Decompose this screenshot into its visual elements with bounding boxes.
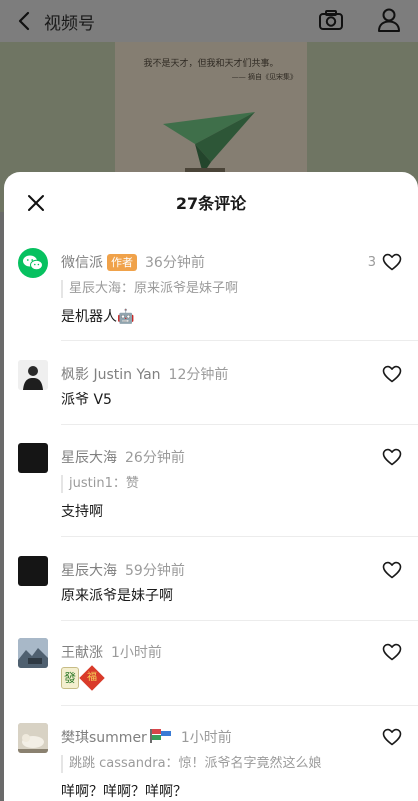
reply-quote: 跳跳 cassandra：惊！派爷名字竟然这么娘 (61, 755, 322, 773)
page-title: 视频号 (44, 14, 95, 34)
comment-time: 1小时前 (180, 730, 232, 746)
like-button[interactable] (382, 560, 402, 580)
comment-time: 26分钟前 (125, 450, 185, 466)
video-source: —— 摘自《见宋集》 (231, 73, 297, 81)
like-button[interactable] (382, 642, 402, 662)
commenter-name[interactable]: 星辰大海 (61, 563, 117, 579)
divider (61, 705, 418, 706)
like-button[interactable] (382, 727, 402, 747)
heart-icon (382, 643, 402, 661)
avatar[interactable] (18, 248, 48, 278)
fu-emoji: 福 (79, 665, 105, 691)
animal-photo-icon (18, 723, 48, 753)
person-photo-icon (18, 360, 48, 390)
comment-meta: 王献涨 1小时前 (61, 642, 162, 662)
comment-text[interactable]: 是机器人🤖 (61, 306, 134, 326)
comment-time: 1小时前 (111, 645, 162, 661)
avatar[interactable] (18, 360, 48, 390)
wechat-logo-icon (23, 255, 43, 271)
camera-icon[interactable] (318, 9, 344, 31)
comment-meta: 星辰大海 59分钟前 (61, 560, 185, 580)
comment-time: 59分钟前 (125, 563, 185, 579)
divider (61, 620, 418, 621)
commenter-name[interactable]: 枫影 Justin Yan (61, 367, 161, 383)
comment-time: 12分钟前 (168, 367, 229, 383)
comment-text[interactable]: 派爷 V5 (61, 389, 112, 409)
divider (61, 536, 418, 537)
comment-text-content: 是机器人 (61, 309, 117, 325)
commenter-name[interactable]: 王献涨 (61, 645, 103, 661)
like-count: 3 (367, 254, 376, 270)
comment-meta: 微信派 作者 36分钟前 (61, 252, 205, 272)
heart-icon (382, 728, 402, 746)
landscape-photo-icon (18, 638, 48, 668)
comment-text[interactable]: 咩啊？咩啊？咩啊？ (61, 781, 187, 801)
fu-emoji-char: 福 (87, 672, 97, 683)
avatar[interactable] (18, 723, 48, 753)
mahjong-fa-emoji: 發 (61, 667, 79, 689)
divider (61, 424, 418, 425)
avatar[interactable] (18, 443, 48, 473)
video-quote: 我不是天才，但我和天才们共事。 (143, 59, 279, 69)
heart-icon (382, 448, 402, 466)
like-button[interactable]: 3 (368, 252, 402, 272)
comment-meta: 樊琪summer 1小时前 (61, 727, 232, 747)
reply-quote: justin1：赞 (61, 475, 139, 493)
paper-plane-image (163, 112, 255, 178)
person-icon[interactable] (376, 7, 402, 33)
flags-emoji (149, 729, 171, 743)
commenter-name[interactable]: 星辰大海 (61, 450, 117, 466)
video-preview[interactable]: 我不是天才，但我和天才们共事。 —— 摘自《见宋集》 (115, 42, 307, 182)
author-badge: 作者 (107, 254, 137, 271)
comment-meta: 星辰大海 26分钟前 (61, 447, 185, 467)
like-button[interactable] (382, 447, 402, 467)
comment-meta: 枫影 Justin Yan 12分钟前 (61, 364, 228, 384)
heart-icon (382, 253, 402, 271)
avatar[interactable] (18, 638, 48, 668)
comments-title: 27条评论 (175, 194, 247, 213)
commenter-name[interactable]: 樊琪summer (61, 730, 147, 746)
comment-time: 36分钟前 (145, 255, 205, 271)
chevron-left-icon[interactable] (14, 10, 36, 32)
robot-emoji: 🤖 (117, 309, 135, 325)
divider (61, 340, 418, 341)
reply-quote: 星辰大海：原来派爷是妹子啊 (61, 280, 238, 298)
comment-text[interactable]: 支持啊 (61, 501, 103, 521)
heart-icon (382, 561, 402, 579)
comments-sheet: 27条评论 微信派作者 36分钟前 星辰大海：原来派爷是妹子啊 是机器人🤖 3 (4, 172, 418, 801)
comment-text[interactable]: 原来派爷是妹子啊 (61, 585, 173, 605)
avatar[interactable] (18, 556, 48, 586)
top-bar: 视频号 (0, 0, 418, 42)
like-button[interactable] (382, 364, 402, 384)
commenter-name[interactable]: 微信派 (61, 255, 103, 271)
comment-text[interactable]: 發福 (61, 665, 105, 691)
heart-icon (382, 365, 402, 383)
